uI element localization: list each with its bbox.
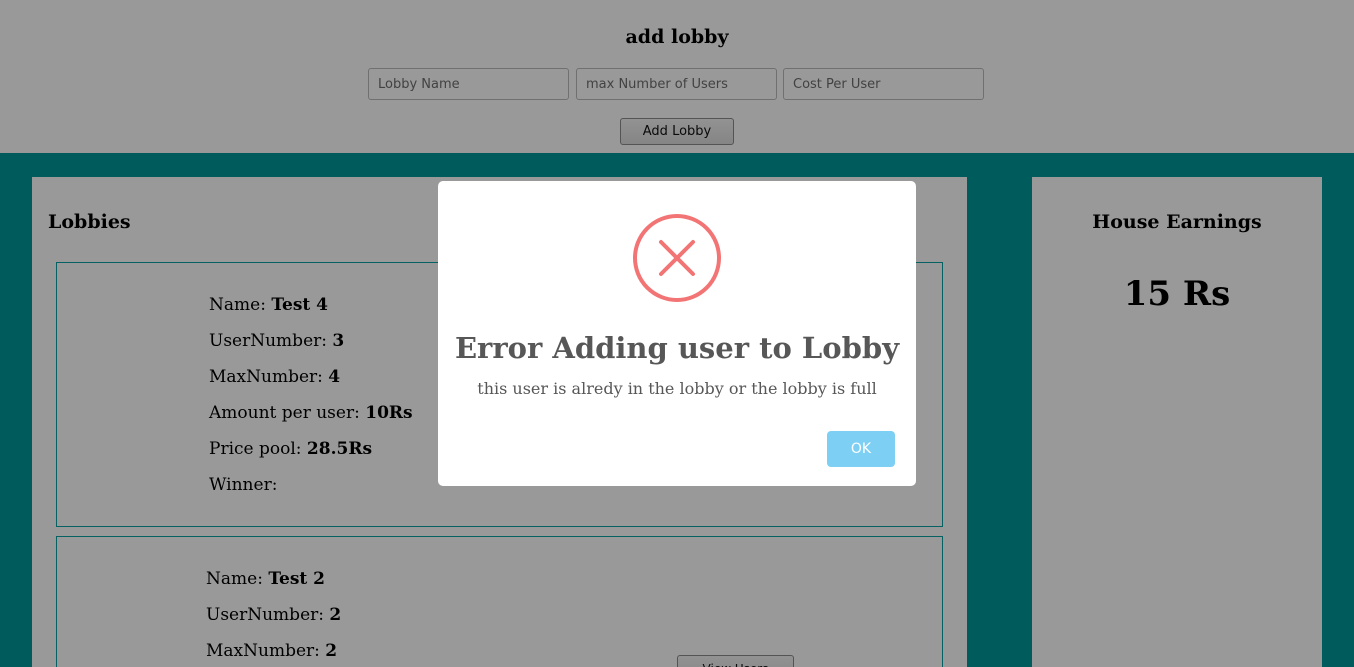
dialog-title: Error Adding user to Lobby — [454, 331, 900, 365]
ok-button[interactable]: OK — [827, 431, 895, 467]
error-dialog: Error Adding user to Lobby this user is … — [438, 181, 916, 486]
error-x-icon — [633, 214, 721, 302]
dialog-message: this user is alredy in the lobby or the … — [477, 379, 877, 398]
